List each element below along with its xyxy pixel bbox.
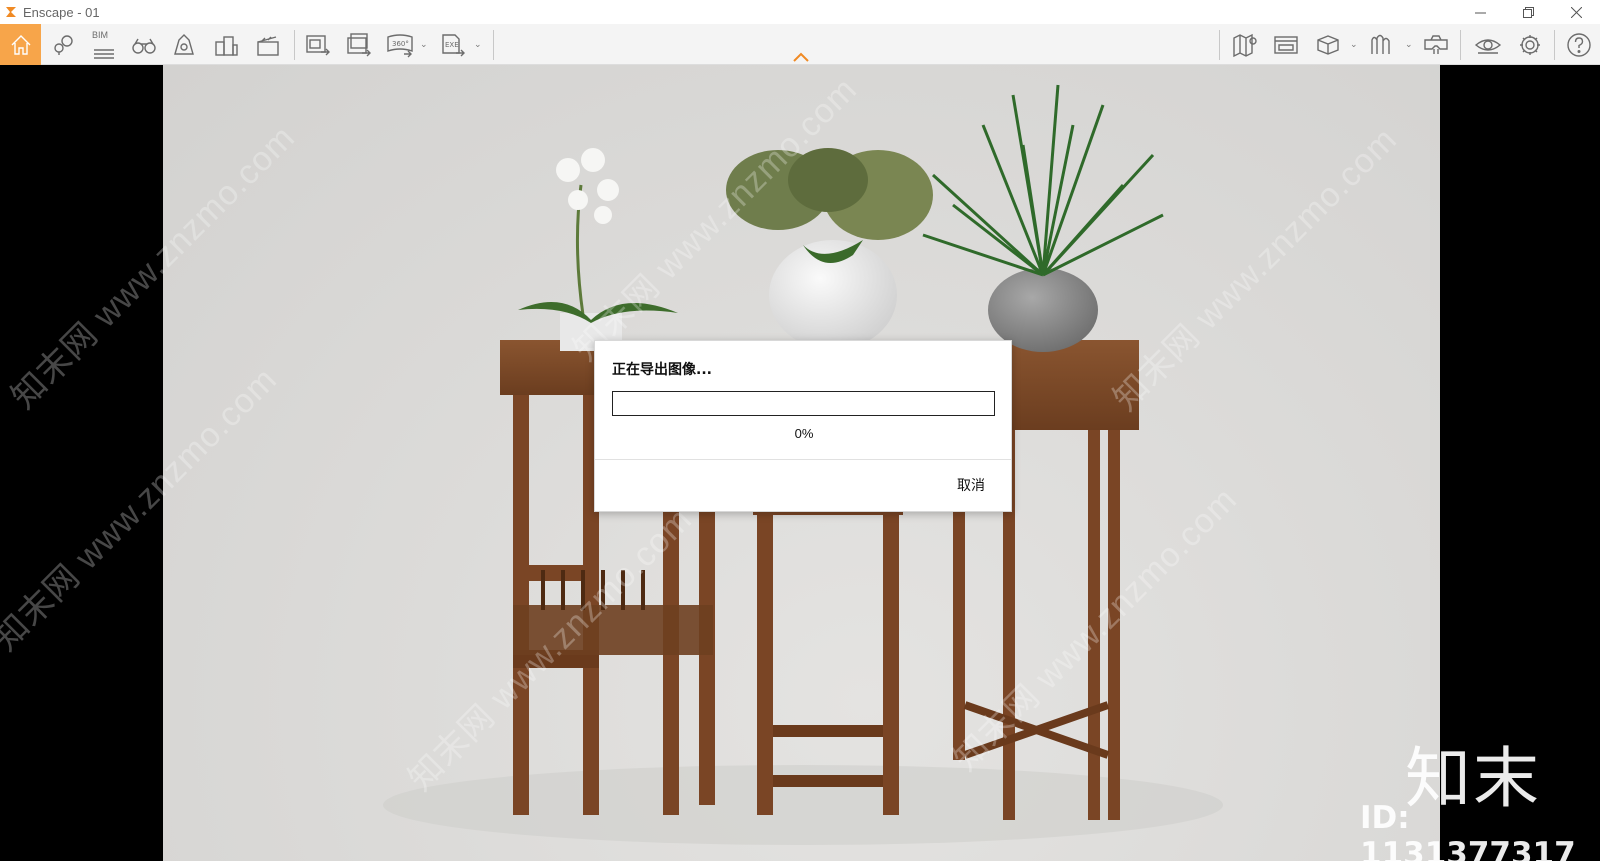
title-bar: Enscape - 01	[0, 0, 1600, 24]
window-title: Enscape - 01	[23, 4, 100, 20]
panorama-360-icon: 360°	[387, 33, 413, 57]
screenshot-button[interactable]	[302, 24, 334, 65]
buildings-button[interactable]	[210, 24, 242, 65]
walk-mode-button[interactable]	[128, 24, 160, 65]
cube-icon	[1317, 34, 1339, 55]
minimize-button[interactable]	[1456, 0, 1504, 24]
close-button[interactable]	[1552, 0, 1600, 24]
home-icon	[11, 34, 30, 55]
panorama-label: 360°	[392, 40, 409, 48]
bim-lines-icon	[94, 48, 114, 59]
objects-dropdown-icon[interactable]: ⌄	[1350, 39, 1358, 50]
vr-button[interactable]	[1420, 24, 1452, 65]
views-button[interactable]	[48, 24, 80, 65]
settings-button[interactable]	[1514, 24, 1546, 65]
eye-icon	[1474, 38, 1502, 54]
bim-button[interactable]: BIM	[88, 24, 120, 65]
panorama-button[interactable]: 360°	[383, 24, 417, 65]
binoculars-icon	[132, 38, 156, 54]
visual-settings-button[interactable]	[1472, 24, 1504, 65]
batch-export-icon	[347, 32, 371, 56]
dialog-title: 正在导出图像...	[612, 362, 712, 378]
exe-export-icon: EXE	[442, 33, 465, 56]
materials-dropdown-icon[interactable]: ⌄	[1405, 39, 1413, 50]
exe-dropdown-icon[interactable]: ⌄	[474, 39, 482, 50]
restore-button[interactable]	[1504, 0, 1552, 24]
buildings-icon	[215, 35, 238, 56]
batch-render-button[interactable]	[343, 24, 375, 65]
objects-button[interactable]	[1312, 24, 1344, 65]
dialog-divider	[595, 459, 1011, 460]
materials-button[interactable]	[1366, 24, 1398, 65]
bim-label: BIM	[92, 30, 109, 40]
exe-label: EXE	[445, 41, 459, 49]
map-icon	[1233, 33, 1257, 57]
clapperboard-icon	[257, 35, 279, 56]
panorama-dropdown-icon[interactable]: ⌄	[420, 39, 428, 50]
bell-icon	[174, 33, 194, 55]
vr-headset-icon	[1424, 34, 1448, 54]
screenshot-export-icon	[306, 34, 330, 55]
materials-icon	[1371, 34, 1390, 54]
asset-library-button[interactable]	[1270, 24, 1302, 65]
export-progress-bar	[612, 391, 995, 416]
help-button[interactable]	[1562, 24, 1596, 65]
collapse-toolbar-chevron-icon[interactable]	[792, 52, 810, 62]
exe-export-button[interactable]: EXE	[437, 24, 469, 65]
cancel-button[interactable]: 取消	[957, 475, 985, 495]
brand-watermark-id: ID: 1131377317	[1360, 800, 1576, 861]
toolbar: BIM 360° ⌄ EXE ⌄ ⌄ ⌄	[0, 24, 1600, 65]
enscape-logo-icon	[6, 7, 16, 17]
gear-icon	[1520, 34, 1540, 55]
home-button[interactable]	[0, 24, 41, 65]
atmosphere-button[interactable]	[168, 24, 200, 65]
progress-percentage: 0%	[794, 426, 814, 441]
help-icon	[1567, 32, 1591, 57]
map-pin-icon	[54, 34, 73, 55]
video-editor-button[interactable]	[252, 24, 284, 65]
map-button[interactable]	[1229, 24, 1261, 65]
export-progress-dialog: 正在导出图像... 0% 取消	[594, 340, 1012, 512]
asset-library-icon	[1274, 35, 1298, 54]
